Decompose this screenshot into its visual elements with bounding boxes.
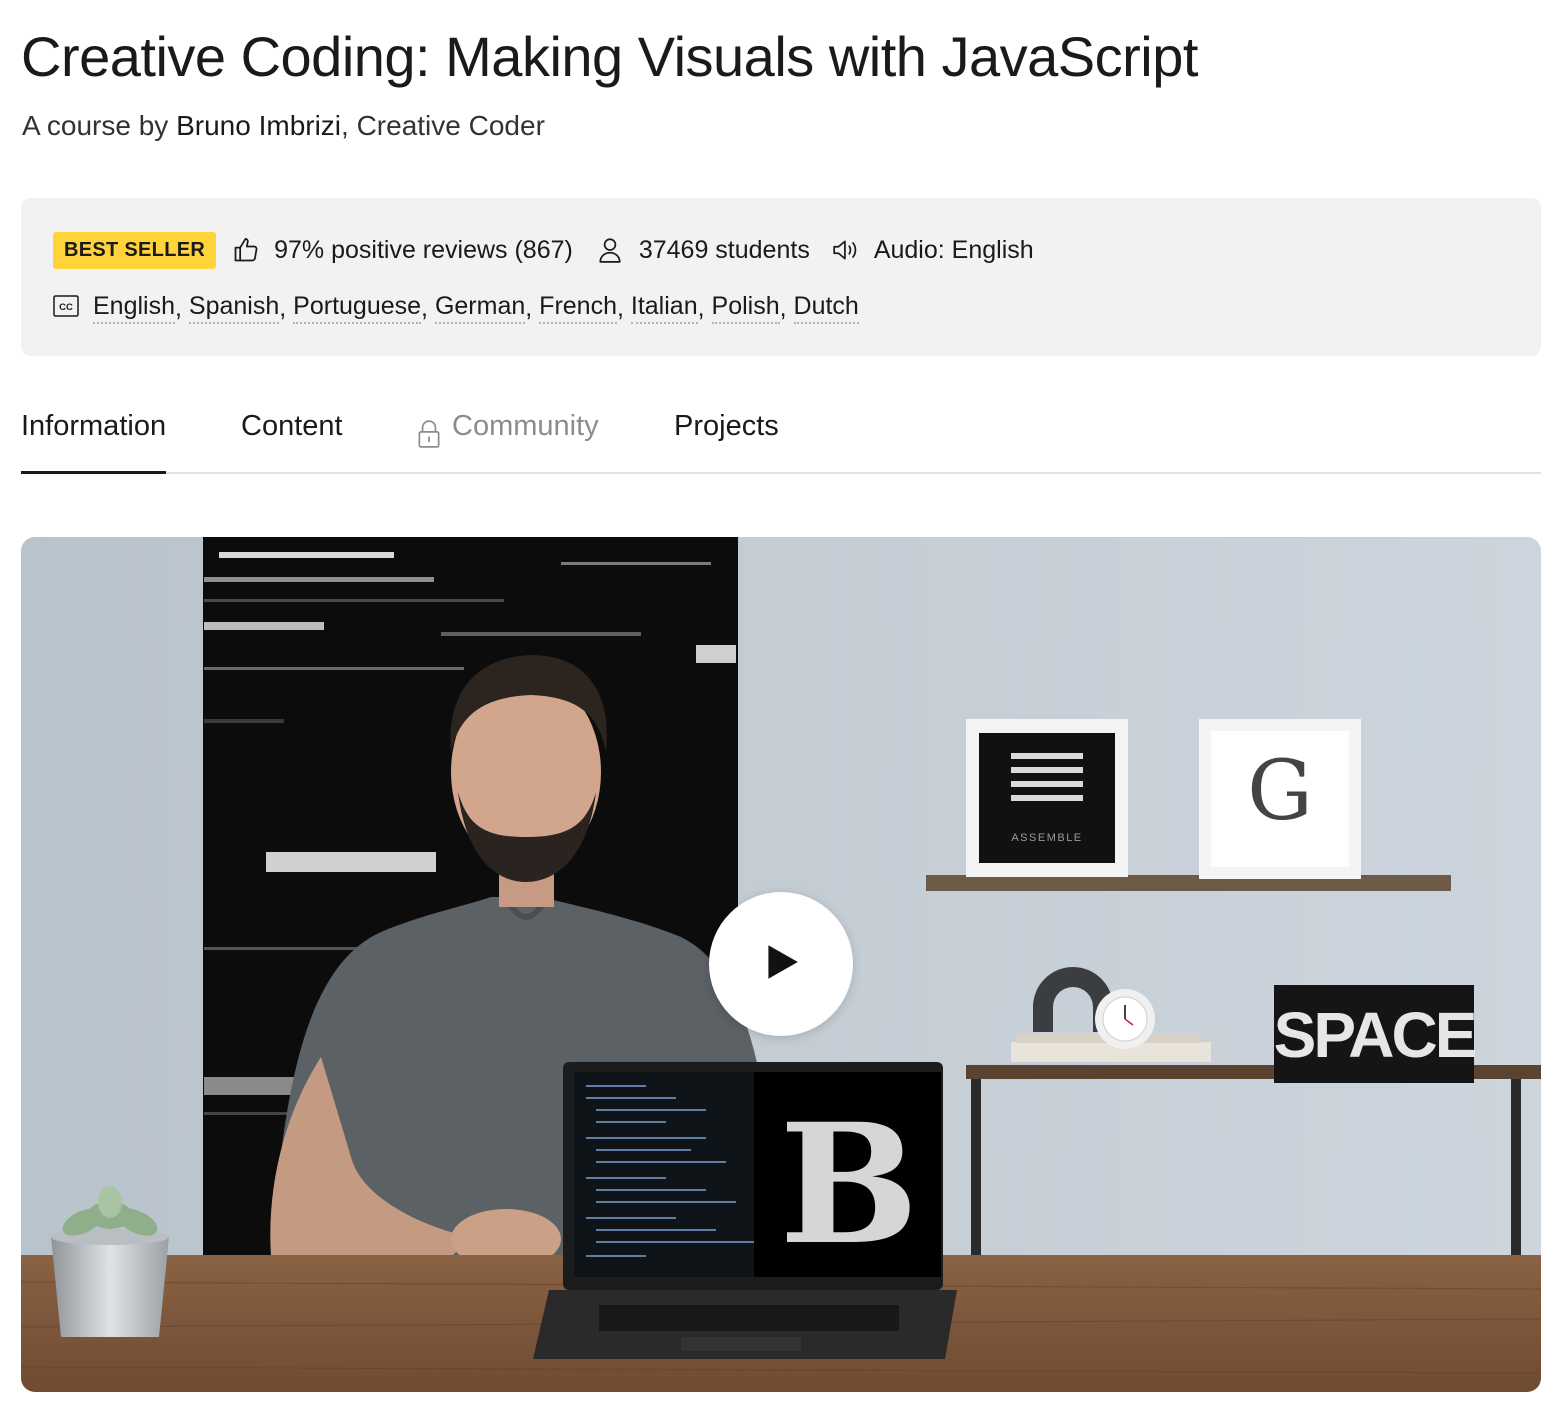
- user-icon: [597, 236, 623, 264]
- subtitles-row: CC English, Spanish, Portuguese, German,…: [53, 290, 859, 326]
- students-text: 37469 students: [638, 235, 810, 264]
- students-stat: 37469 students: [597, 236, 810, 265]
- tab-label: Information: [21, 410, 167, 442]
- framed-letter: G: [1247, 744, 1313, 839]
- author-link[interactable]: Bruno Imbrizi: [176, 110, 341, 141]
- course-title: Creative Coding: Making Visuals with Jav…: [21, 25, 1198, 88]
- play-icon: [760, 941, 802, 988]
- audio-stat: Audio: English: [832, 236, 1034, 265]
- space-sign: SPACE: [1274, 999, 1476, 1071]
- stats-row: BEST SELLER 97% positive reviews (867) 3…: [53, 231, 1034, 269]
- lock-icon: [416, 419, 442, 457]
- speaker-icon: [832, 237, 860, 263]
- subtitle-language[interactable]: Italian: [630, 292, 698, 324]
- subtitle-language[interactable]: French: [539, 292, 617, 324]
- course-trailer-video[interactable]: ASSEMBLE G SPACE B: [21, 537, 1541, 1392]
- best-seller-badge: BEST SELLER: [53, 231, 217, 269]
- tab-label: Projects: [674, 410, 779, 442]
- frame-text: ASSEMBLE: [1011, 832, 1082, 844]
- reviews-stat: 97% positive reviews (867): [232, 236, 573, 265]
- laptop-letter: B: [779, 1087, 918, 1281]
- closed-captions-icon: CC: [53, 294, 79, 322]
- tab-information[interactable]: Information: [21, 410, 167, 474]
- tab-label: Content: [241, 410, 343, 442]
- subtitle-language[interactable]: Spanish: [188, 292, 280, 324]
- course-tabs: Information Content Community Projects: [21, 410, 1541, 474]
- course-page: Creative Coding: Making Visuals with Jav…: [0, 0, 1562, 1416]
- play-button[interactable]: [709, 892, 853, 1036]
- subtitle-languages: English, Spanish, Portuguese, German, Fr…: [93, 292, 859, 324]
- course-stats-panel: BEST SELLER 97% positive reviews (867) 3…: [21, 198, 1541, 356]
- course-byline: A course by Bruno Imbrizi, Creative Code…: [22, 110, 545, 142]
- subtitle-language[interactable]: Polish: [711, 292, 780, 324]
- svg-text:CC: CC: [59, 302, 73, 313]
- reviews-text: 97% positive reviews (867): [274, 235, 573, 264]
- subtitle-language[interactable]: German: [434, 292, 526, 324]
- tab-content[interactable]: Content: [241, 410, 343, 470]
- audio-text: Audio: English: [873, 235, 1034, 264]
- tab-label: Community: [452, 410, 599, 442]
- subtitle-language[interactable]: Dutch: [793, 292, 859, 324]
- subtitle-language[interactable]: Portuguese: [293, 292, 422, 324]
- author-role: , Creative Coder: [341, 110, 545, 141]
- tab-projects[interactable]: Projects: [674, 410, 779, 470]
- thumbs-up-icon: [232, 236, 260, 264]
- tab-community[interactable]: Community: [416, 410, 599, 470]
- byline-prefix: A course by: [22, 110, 177, 141]
- subtitle-language[interactable]: English: [93, 292, 175, 324]
